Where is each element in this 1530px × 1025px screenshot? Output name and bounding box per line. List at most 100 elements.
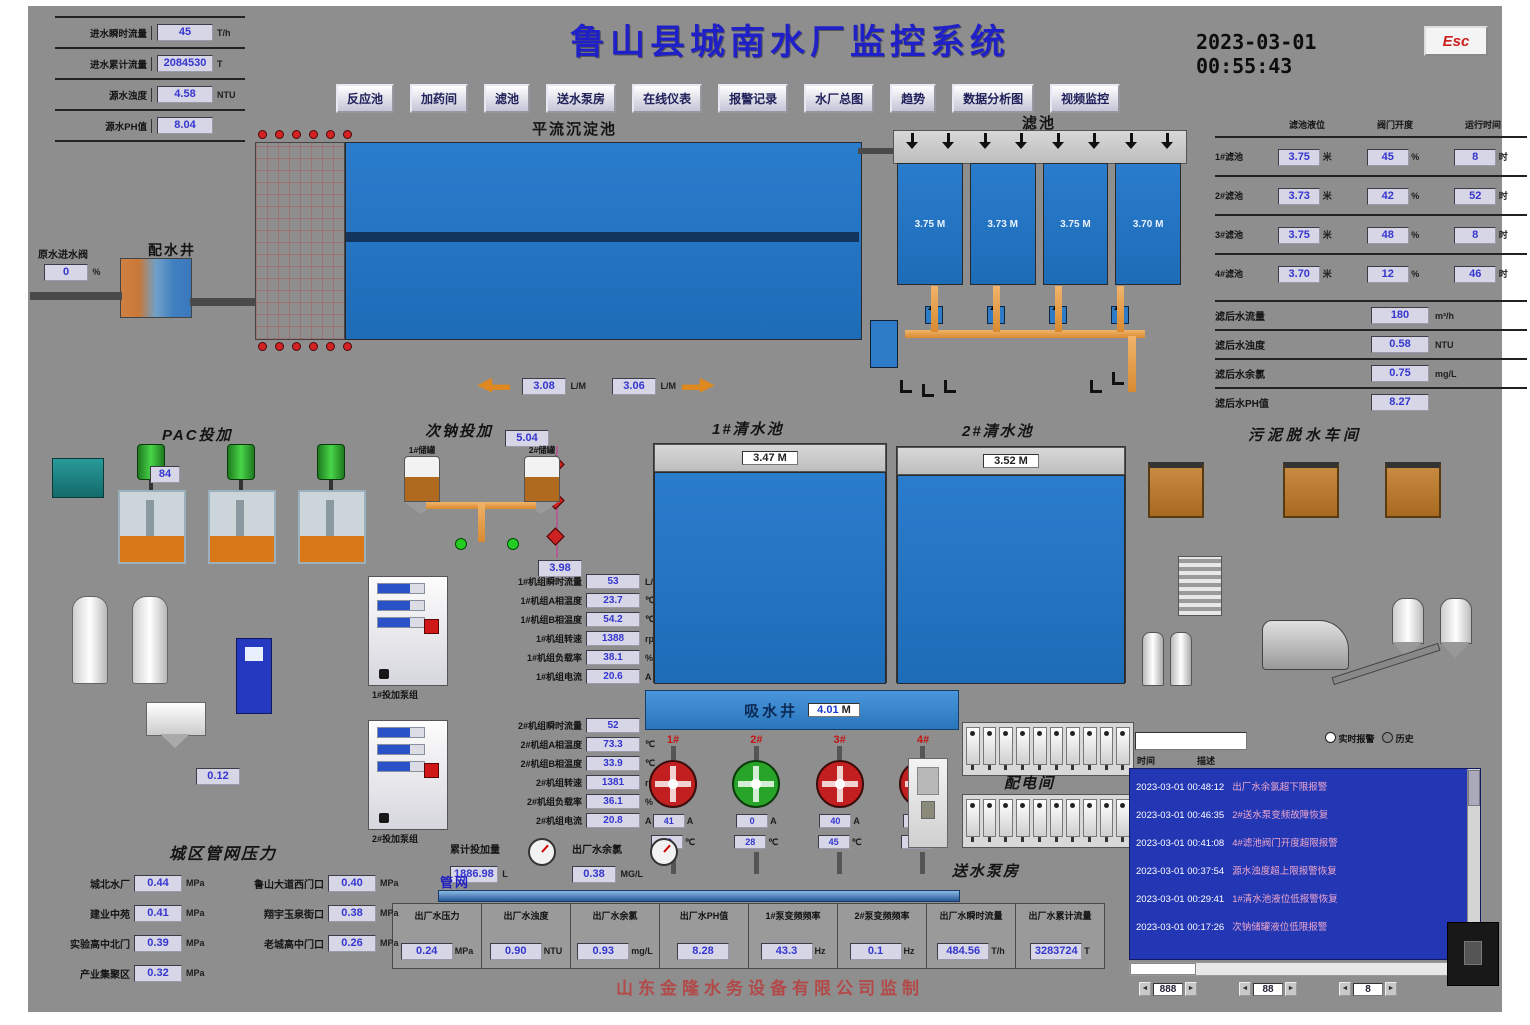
- filter-cell-group: 8 时: [1437, 147, 1525, 166]
- network-label: 建业中苑: [34, 906, 134, 921]
- alarm-mute-box[interactable]: [1447, 922, 1499, 986]
- pump-value-row: 40A: [809, 811, 871, 829]
- nav-button-4[interactable]: 送水泵房: [546, 84, 616, 113]
- filtered-water-row: 滤后水流量180m³/h: [1215, 300, 1527, 329]
- cabinet-stop-button[interactable]: [424, 619, 439, 634]
- nav-button-row: 反应池加药间滤池送水泵房在线仪表报警记录水厂总图趋势数据分析图视频监控: [336, 84, 1226, 113]
- nav-button-5[interactable]: 在线仪表: [632, 84, 702, 113]
- alarm-row[interactable]: 2023-03-01 00:37:54源水浊度超上限报警恢复: [1136, 863, 1480, 877]
- filter-cell-value: 3.70: [1278, 266, 1320, 283]
- flow-right-value: 3.06: [612, 378, 656, 395]
- pump-value-unit: ℃: [852, 837, 862, 847]
- stepper-down-button[interactable]: ◄: [1339, 982, 1351, 996]
- network-unit: MPa: [186, 878, 205, 888]
- pump-impeller-3#[interactable]: [816, 760, 864, 808]
- gauge2-dial: [650, 838, 678, 866]
- alarm-dot: [309, 342, 318, 351]
- filter-table-row: 1#滤池3.75 米45 %8 时: [1215, 136, 1527, 175]
- filter-cell-unit: %: [1409, 152, 1420, 162]
- manifold-stub: [1055, 286, 1062, 332]
- manifold-stub: [993, 286, 1000, 332]
- network-label: 翔宇玉泉街口: [212, 906, 328, 921]
- cone-tank-bottom: [1440, 642, 1470, 658]
- pump-value-row: 0A: [725, 811, 787, 829]
- nav-button-7[interactable]: 水厂总图: [804, 84, 874, 113]
- clarifier-tank: [146, 702, 206, 736]
- intake-label: 进水瞬时流量: [55, 26, 152, 40]
- cabinet-bar: [377, 617, 425, 628]
- cabinet-knob[interactable]: [379, 669, 389, 679]
- outlet-cell-value: 0.1: [850, 943, 902, 960]
- cabinet-bar: [377, 727, 425, 738]
- network-row: 鲁山大道西门口0.40MPa: [212, 868, 399, 898]
- alarm-desc: 4#滤池阀门开度超限报警: [1232, 838, 1338, 849]
- breaker-module: [1050, 727, 1064, 765]
- centrifuge: [1262, 620, 1349, 670]
- dosing-row-value: 36.1: [586, 794, 640, 809]
- dosing-row-value: 1381: [586, 775, 640, 790]
- stepper-down-button[interactable]: ◄: [1139, 982, 1151, 996]
- filter-valve-icon: [1057, 133, 1060, 142]
- radio-history-label: 历史: [1396, 734, 1414, 744]
- network-value: 0.41: [134, 905, 182, 922]
- filter-table-header: 滤池液位阀门开度运行时间: [1215, 112, 1527, 136]
- filter-cell-group: 46 时: [1437, 264, 1525, 283]
- alarm-desc: 次钠储罐液位低限报警: [1232, 922, 1327, 933]
- mute-icon: [1464, 941, 1482, 965]
- tube-settler: [255, 142, 345, 340]
- alarm-row[interactable]: 2023-03-01 00:48:12出厂水余氯超下限报警: [1136, 779, 1480, 793]
- alarm-row[interactable]: 2023-03-01 00:17:26次钠储罐液位低限报警: [1136, 919, 1480, 933]
- filter-cell-value: 12: [1367, 266, 1409, 283]
- stepper-value: 88: [1253, 983, 1283, 996]
- outlet-cell-value: 484.56: [937, 943, 989, 960]
- pump-value: 45: [818, 835, 850, 849]
- stepper-up-button[interactable]: ►: [1385, 982, 1397, 996]
- alarm-time: 2023-03-01 00:29:41: [1136, 894, 1224, 905]
- filter-table-row: 3#滤池3.75 米48 %8 时: [1215, 214, 1527, 253]
- filter-cell-unit: %: [1409, 269, 1420, 279]
- settler-alarm-dots-bottom: [258, 342, 352, 351]
- alarm-row[interactable]: 2023-03-01 00:41:084#滤池阀门开度超限报警: [1136, 835, 1480, 849]
- stepper-up-button[interactable]: ►: [1185, 982, 1197, 996]
- pool2-level: 3.52 M: [983, 454, 1039, 468]
- alarm-hscrollbar[interactable]: [1129, 962, 1483, 976]
- intake-row: 进水瞬时流量45T/h: [55, 18, 245, 49]
- agitator: [326, 500, 334, 536]
- intake-value: 8.04: [157, 117, 213, 134]
- alarm-time: 2023-03-01 00:48:12: [1136, 782, 1224, 793]
- pac-tank: [118, 490, 186, 564]
- pump-impeller-1#[interactable]: [649, 760, 697, 808]
- nav-button-3[interactable]: 滤池: [484, 84, 530, 113]
- radio-history[interactable]: [1382, 732, 1393, 743]
- filtered-water-list: 滤后水流量180m³/h滤后水浊度0.58NTU滤后水余氯0.75mg/L滤后水…: [1215, 300, 1527, 416]
- stepper-up-button[interactable]: ►: [1285, 982, 1297, 996]
- alarm-row[interactable]: 2023-03-01 00:46:352#送水泵变频故障恢复: [1136, 807, 1480, 821]
- breaker-module: [1016, 727, 1030, 765]
- scroll-thumb[interactable]: [1468, 770, 1480, 806]
- nav-button-2[interactable]: 加药间: [410, 84, 468, 113]
- pump-run-light: [455, 538, 467, 550]
- nav-button-8[interactable]: 趋势: [890, 84, 936, 113]
- cabinet-stop-button[interactable]: [424, 763, 439, 778]
- outlet-cell: 出厂水余氯0.93mg/L: [571, 903, 660, 969]
- nav-button-1[interactable]: 反应池: [336, 84, 394, 113]
- esc-button[interactable]: Esc: [1424, 26, 1488, 56]
- alarm-row[interactable]: 2023-03-01 00:29:411#清水池液位低报警恢复: [1136, 891, 1480, 905]
- pac-tank-group-2: [208, 444, 274, 564]
- nav-button-9[interactable]: 数据分析图: [952, 84, 1034, 113]
- outlet-cell-header: 出厂水瞬时流量: [927, 904, 1015, 939]
- filter-cell-2: 3.73 M: [970, 163, 1036, 285]
- filter-status-table: 滤池液位阀门开度运行时间1#滤池3.75 米45 %8 时2#滤池3.73 米4…: [1215, 112, 1527, 292]
- cabinet-knob[interactable]: [379, 813, 389, 823]
- nav-button-10[interactable]: 视频监控: [1050, 84, 1120, 113]
- filter-cell-group: 48 %: [1349, 225, 1437, 244]
- alarm-col-desc: 描述: [1197, 754, 1215, 767]
- stepper-down-button[interactable]: ◄: [1239, 982, 1251, 996]
- flow-indicator-left: ◀▬: [478, 374, 510, 395]
- pump-impeller-2#[interactable]: [732, 760, 780, 808]
- alarm-list[interactable]: 2023-03-01 00:48:12出厂水余氯超下限报警2023-03-01 …: [1129, 768, 1481, 960]
- nav-button-6[interactable]: 报警记录: [718, 84, 788, 113]
- scroll-thumb[interactable]: [1130, 963, 1196, 975]
- alarm-filter-input[interactable]: [1135, 732, 1247, 750]
- radio-realtime[interactable]: [1325, 732, 1336, 743]
